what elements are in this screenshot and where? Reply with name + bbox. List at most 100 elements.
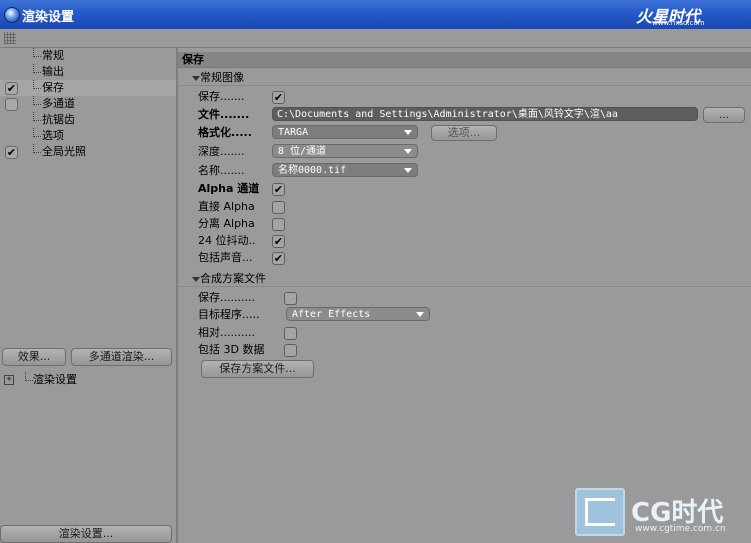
relative-label: 相对.......... [198, 326, 255, 339]
brand-url: www.hxsd.com [652, 19, 705, 27]
tree-item-label: 抗锯齿 [42, 113, 75, 126]
comp-save-checkbox[interactable] [284, 292, 297, 305]
tree-branch [25, 372, 33, 381]
relative-checkbox[interactable] [284, 327, 297, 340]
tree-branch [33, 64, 41, 73]
tree-item[interactable]: 常规 [0, 48, 176, 64]
comp-save-row: 保存.......... [198, 290, 738, 306]
dither-label: 24 位抖动.. [198, 234, 256, 247]
collapse-triangle-icon[interactable] [192, 76, 200, 81]
alpha-channel-row: Alpha 通道 ✔ [198, 181, 738, 197]
name-value: 名称0000.tif [278, 165, 347, 176]
tree-branch [33, 144, 41, 153]
tree-item[interactable]: 输出 [0, 64, 176, 80]
app-icon [4, 7, 20, 23]
include-sound-row: 包括声音... ✔ [198, 250, 738, 266]
render-settings-button[interactable]: 渲染设置... [0, 525, 172, 543]
depth-dropdown[interactable]: 8 位/通道 [272, 144, 418, 158]
include-3d-row: 包括 3D 数据 [198, 342, 738, 358]
dither-checkbox[interactable]: ✔ [272, 235, 285, 248]
tree-item[interactable]: 多通道 [0, 96, 176, 112]
grip-icon[interactable] [4, 32, 16, 44]
name-dropdown[interactable]: 名称0000.tif [272, 163, 418, 177]
tree-item[interactable]: 选项 [0, 128, 176, 144]
format-label: 格式化..... [198, 126, 252, 139]
cgtime-logo-icon [575, 488, 625, 536]
straight-alpha-checkbox[interactable] [272, 201, 285, 214]
depth-label: 深度....... [198, 145, 245, 158]
tree-item[interactable]: ✔ 保存 [0, 80, 176, 96]
chevron-down-icon [404, 149, 412, 154]
group-regular-image[interactable]: 常规图像 [178, 71, 751, 86]
include-sound-checkbox[interactable]: ✔ [272, 252, 285, 265]
render-settings-node-label: 渲染设置 [33, 373, 77, 386]
group-label: 合成方案文件 [200, 272, 266, 285]
section-title: 保存 [178, 52, 751, 68]
tree-branch [33, 112, 41, 121]
include-3d-checkbox[interactable] [284, 344, 297, 357]
tree-item-label: 输出 [42, 65, 64, 78]
name-label: 名称....... [198, 164, 245, 177]
separate-alpha-checkbox[interactable] [272, 218, 285, 231]
format-row: 格式化..... TARGA 选项... [198, 125, 738, 141]
target-app-label: 目标程序..... [198, 308, 260, 321]
tree-item[interactable]: ✔ 全局光照 [0, 144, 176, 160]
cgtime-watermark: CG时代 www.cgtime.com.cn [575, 488, 751, 543]
separate-alpha-row: 分离 Alpha [198, 216, 738, 232]
include-sound-label: 包括声音... [198, 251, 253, 264]
tree-branch [33, 48, 41, 57]
effects-button[interactable]: 效果... [2, 348, 66, 366]
toolbar [0, 29, 751, 48]
target-app-row: 目标程序..... After Effects [198, 307, 738, 323]
title-bar: 渲染设置 火星时代 www.hxsd.com [0, 0, 751, 29]
alpha-channel-checkbox[interactable]: ✔ [272, 183, 285, 196]
tree-item-label: 保存 [42, 81, 64, 94]
options-button[interactable]: 选项... [431, 125, 497, 141]
comp-save-label: 保存.......... [198, 291, 255, 304]
format-dropdown[interactable]: TARGA [272, 125, 418, 139]
chevron-down-icon [404, 130, 412, 135]
straight-alpha-label: 直接 Alpha [198, 200, 255, 213]
left-panel: 常规输出 ✔ 保存多通道抗锯齿选项 ✔ 全局光照 效果... 多通道渲染... + 渲染… [0, 48, 178, 543]
depth-row: 深度....... 8 位/通道 [198, 144, 738, 160]
brand-logo: 火星时代 www.hxsd.com [636, 3, 750, 27]
expand-icon[interactable]: + [4, 375, 14, 385]
dither-row: 24 位抖动.. ✔ [198, 233, 738, 249]
name-row: 名称....... 名称0000.tif [198, 163, 738, 179]
render-settings-node[interactable]: + 渲染设置 [0, 372, 172, 388]
depth-value: 8 位/通道 [278, 146, 327, 157]
save-project-button[interactable]: 保存方案文件... [201, 360, 314, 378]
group-label: 常规图像 [200, 71, 244, 84]
settings-tree: 常规输出 ✔ 保存多通道抗锯齿选项 ✔ 全局光照 [0, 48, 176, 160]
tree-item[interactable]: 抗锯齿 [0, 112, 176, 128]
tree-item-label: 多通道 [42, 97, 75, 110]
file-label: 文件....... [198, 108, 250, 121]
relative-row: 相对.......... [198, 325, 738, 341]
alpha-channel-label: Alpha 通道 [198, 182, 260, 195]
browse-button[interactable]: ... [703, 107, 745, 123]
tree-branch [33, 80, 41, 89]
save-label: 保存....... [198, 90, 245, 103]
cgtime-url: www.cgtime.com.cn [635, 524, 726, 534]
straight-alpha-row: 直接 Alpha [198, 199, 738, 215]
file-path-field[interactable]: C:\Documents and Settings\Administrator\… [272, 107, 698, 121]
tree-item-checkbox[interactable] [5, 98, 18, 111]
tree-branch [33, 128, 41, 137]
save-row: 保存....... ✔ [198, 89, 738, 105]
tree-item-checkbox[interactable]: ✔ [5, 82, 18, 95]
tree-item-checkbox[interactable]: ✔ [5, 146, 18, 159]
target-app-value: After Effects [292, 309, 371, 320]
collapse-triangle-icon[interactable] [192, 277, 200, 282]
include-3d-label: 包括 3D 数据 [198, 343, 265, 356]
window-title: 渲染设置 [22, 10, 75, 25]
save-checkbox[interactable]: ✔ [272, 91, 285, 104]
target-app-dropdown[interactable]: After Effects [286, 307, 430, 321]
tree-item-label: 常规 [42, 49, 64, 62]
multipass-render-button[interactable]: 多通道渲染... [71, 348, 172, 366]
chevron-down-icon [404, 168, 412, 173]
right-panel: 保存 常规图像 保存....... ✔ 文件....... C:\Documen… [178, 48, 751, 543]
chevron-down-icon [416, 312, 424, 317]
group-compositing-file[interactable]: 合成方案文件 [178, 272, 751, 287]
tree-item-label: 选项 [42, 129, 64, 142]
separate-alpha-label: 分离 Alpha [198, 217, 255, 230]
